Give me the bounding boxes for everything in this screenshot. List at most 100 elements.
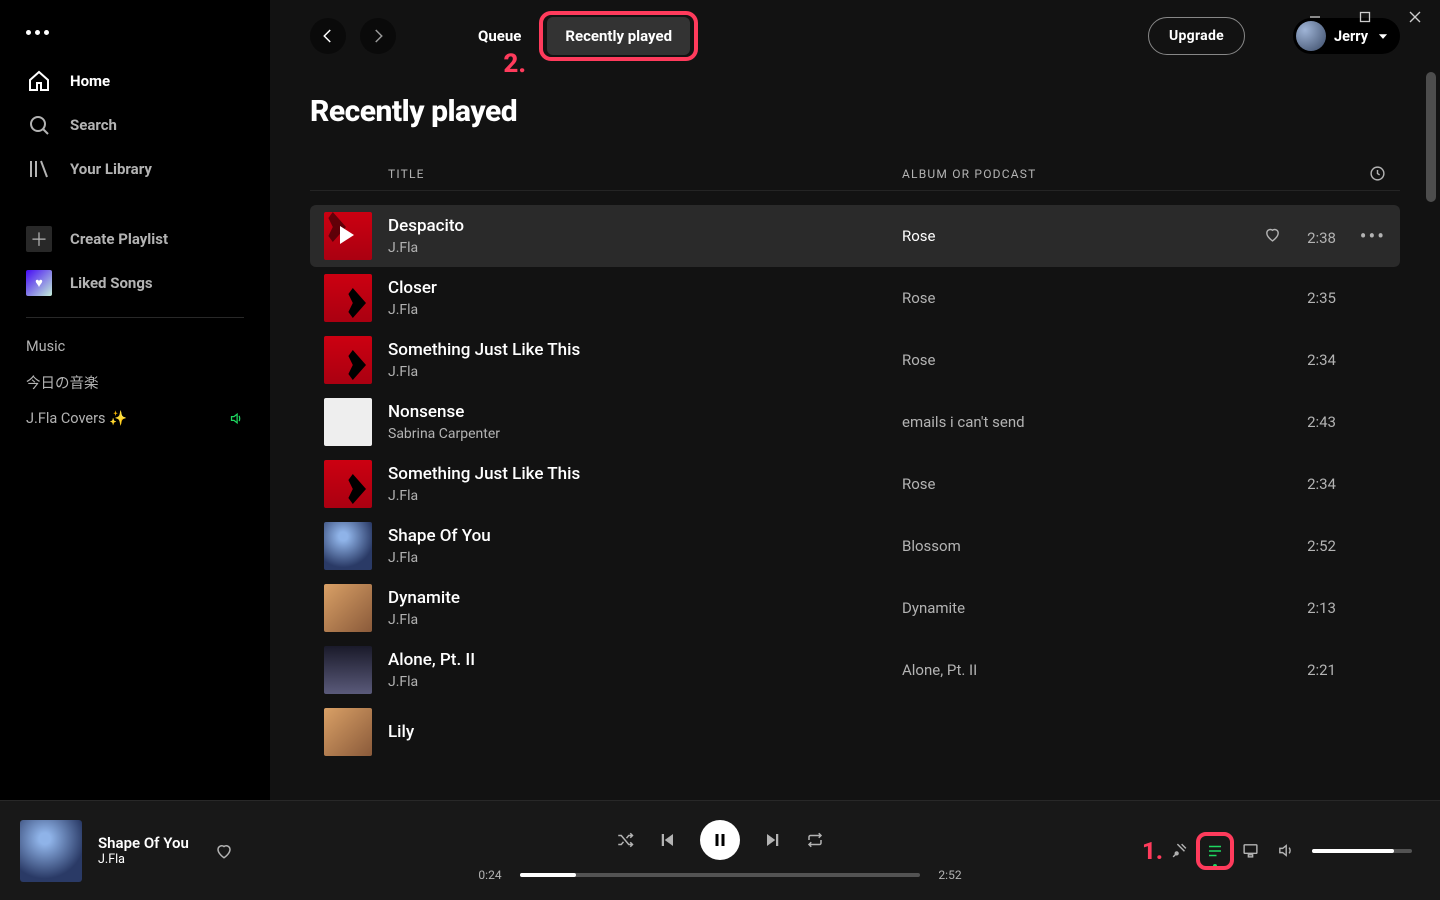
track-artist[interactable]: J.Fla [388,612,902,628]
track-album[interactable]: Blossom [902,537,1242,555]
primary-nav: Home Search Your Library [8,59,262,191]
nav-forward-button[interactable] [360,18,396,54]
track-duration: 2:34 [1307,351,1336,369]
playlist-item[interactable]: 今日の音楽 [8,364,262,400]
create-playlist-label: Create Playlist [70,230,168,248]
track-title: Lily [388,722,902,742]
search-icon [26,112,52,138]
playlist-label: Music [26,338,65,355]
track-duration: 2:34 [1307,475,1336,493]
nav-library[interactable]: Your Library [8,147,262,191]
track-title: Something Just Like This [388,340,902,360]
page-title: Recently played [310,94,1400,129]
scrollbar[interactable] [1426,72,1436,202]
track-duration-cell: 2:21 [1242,661,1336,679]
top-bar: Queue Recently played 2. Upgrade Jerry [270,0,1440,72]
track-artist[interactable]: J.Fla [388,550,902,566]
track-title: Alone, Pt. II [388,650,902,670]
track-artist[interactable]: Sabrina Carpenter [388,426,902,442]
window-controls [1290,0,1440,34]
playlist-item[interactable]: Music [8,328,262,364]
track-artist[interactable]: J.Fla [388,364,902,380]
track-title: Dynamite [388,588,902,608]
track-artist[interactable]: J.Fla [388,302,902,318]
track-duration: 2:52 [1307,537,1336,555]
home-icon [26,68,52,94]
track-cover [324,398,372,446]
window-maximize-button[interactable] [1340,0,1390,34]
shuffle-button[interactable] [616,831,634,849]
track-row[interactable]: Closer J.Fla Rose 2:35 [310,267,1400,329]
main-view: Queue Recently played 2. Upgrade Jerry R… [270,0,1440,800]
window-minimize-button[interactable] [1290,0,1340,34]
playlist-label: 今日の音楽 [26,372,99,393]
track-row[interactable]: Alone, Pt. II J.Fla Alone, Pt. II 2:21 [310,639,1400,701]
now-playing-title[interactable]: Shape Of You [98,834,189,852]
content-area: Recently played TITLE ALBUM OR PODCAST D… [270,72,1440,800]
track-artist[interactable]: J.Fla [388,240,902,256]
progress-bar[interactable]: 0:24 2:52 [470,868,970,882]
track-album[interactable]: Rose [902,289,1242,307]
like-track-button[interactable] [1264,226,1281,243]
track-album[interactable]: Alone, Pt. II [902,661,1242,679]
track-album[interactable]: emails i can't send [902,413,1242,431]
track-title: Something Just Like This [388,464,902,484]
lyrics-button[interactable] [1171,842,1188,859]
like-button[interactable] [215,842,233,860]
track-row[interactable]: Something Just Like This J.Fla Rose 2:34 [310,329,1400,391]
annotation-number-1: 1. [1142,837,1163,865]
volume-button[interactable] [1277,842,1294,859]
connect-device-button[interactable] [1242,842,1259,859]
upgrade-button[interactable]: Upgrade [1148,17,1245,55]
track-duration: 2:38 [1307,229,1336,247]
track-album[interactable]: Rose [902,475,1242,493]
track-duration-cell: 2:35 [1242,289,1336,307]
liked-songs-button[interactable]: ♥ Liked Songs [8,261,262,305]
track-album[interactable]: Rose [902,227,1242,245]
sidebar: Home Search Your Library ＋ Create Playli… [0,0,270,800]
track-cover [324,460,372,508]
tab-recently-played[interactable]: Recently played 2. [547,17,690,55]
next-button[interactable] [764,831,782,849]
playlist-item[interactable]: J.Fla Covers ✨ [8,400,262,436]
now-playing-cover[interactable] [20,820,82,882]
column-headers: TITLE ALBUM OR PODCAST [310,165,1400,191]
nav-search[interactable]: Search [8,103,262,147]
nav-search-label: Search [70,116,117,134]
nav-home[interactable]: Home [8,59,262,103]
play-pause-button[interactable] [700,820,740,860]
track-cover [324,646,372,694]
total-time: 2:52 [930,868,970,882]
active-indicator-dot [1213,864,1217,868]
track-row[interactable]: Shape Of You J.Fla Blossom 2:52 [310,515,1400,577]
window-close-button[interactable] [1390,0,1440,34]
column-album: ALBUM OR PODCAST [902,167,1242,181]
sidebar-actions: ＋ Create Playlist ♥ Liked Songs [8,217,262,305]
track-row[interactable]: Lily [310,701,1400,763]
track-artist[interactable]: J.Fla [388,674,902,690]
track-duration: 2:21 [1307,661,1336,679]
track-more-button[interactable]: ••• [1360,224,1386,248]
track-row[interactable]: Despacito J.Fla Rose 2:38 ••• [310,205,1400,267]
track-artist[interactable]: J.Fla [388,488,902,504]
track-row[interactable]: Nonsense Sabrina Carpenter emails i can'… [310,391,1400,453]
nav-back-button[interactable] [310,18,346,54]
now-playing-artist[interactable]: J.Fla [98,852,189,867]
tab-queue[interactable]: Queue [460,17,539,55]
more-menu-button[interactable] [8,12,262,59]
library-icon [26,156,52,182]
track-cover [324,274,372,322]
volume-slider[interactable] [1312,849,1412,853]
track-duration-cell: 2:43 [1242,413,1336,431]
previous-button[interactable] [658,831,676,849]
repeat-button[interactable] [806,831,824,849]
track-album[interactable]: Rose [902,351,1242,369]
create-playlist-button[interactable]: ＋ Create Playlist [8,217,262,261]
queue-button[interactable] [1206,842,1224,860]
playlist-list: Music 今日の音楽 J.Fla Covers ✨ [8,328,262,436]
track-album[interactable]: Dynamite [902,599,1242,617]
player-extra-controls: 1. [970,837,1420,865]
track-row[interactable]: Dynamite J.Fla Dynamite 2:13 [310,577,1400,639]
view-tabs: Queue Recently played 2. [460,17,690,55]
track-row[interactable]: Something Just Like This J.Fla Rose 2:34 [310,453,1400,515]
